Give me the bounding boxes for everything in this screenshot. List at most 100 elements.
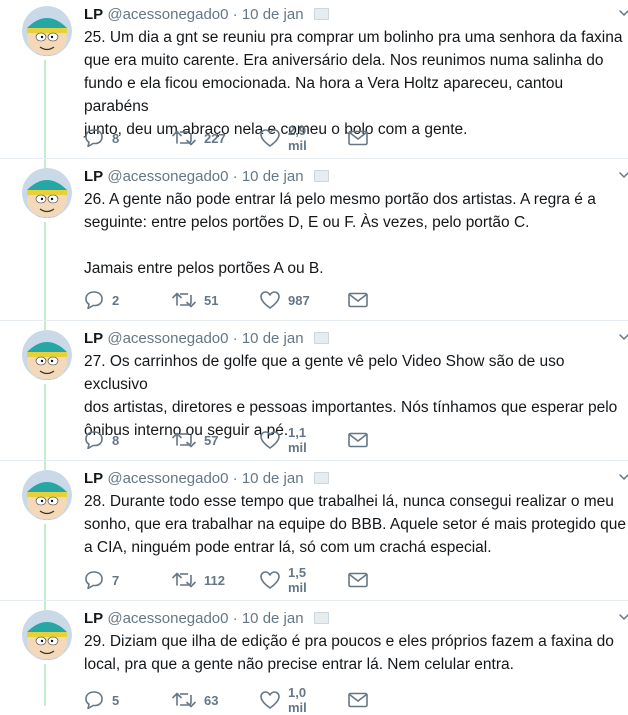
thread-line	[44, 60, 46, 168]
display-name[interactable]: LP	[84, 330, 103, 347]
separator-dot: ·	[232, 610, 238, 627]
like-count: 2,9 mil	[288, 123, 307, 153]
thread-line	[44, 384, 46, 470]
avatar[interactable]	[22, 610, 72, 660]
retweet-icon	[172, 691, 196, 709]
tweet-text: 27. Os carrinhos de golfe que a gente vê…	[84, 353, 618, 439]
display-name[interactable]: LP	[84, 610, 103, 627]
tweet-text: 26. A gente não pode entrar lá pelo mesm…	[84, 191, 596, 277]
verified-placeholder-icon	[313, 8, 329, 20]
retweet-count: 57	[204, 432, 219, 448]
dm-icon	[348, 572, 368, 588]
tweet-date[interactable]: 10 de jan	[242, 330, 304, 347]
like-icon	[260, 291, 280, 309]
tweet-header: LP @acessonegado0 · 10 de jan	[84, 608, 628, 630]
thread-line	[44, 524, 46, 610]
tweet-text: 28. Durante todo esse tempo que trabalhe…	[84, 493, 627, 556]
username[interactable]: @acessonegado0	[107, 610, 228, 627]
dm-icon	[348, 130, 368, 146]
tweet-divider	[0, 600, 628, 601]
reply-button[interactable]: 8	[84, 128, 119, 148]
tweet-header: LP @acessonegado0 · 10 de jan	[84, 328, 628, 350]
like-button[interactable]: 1,1 mil	[260, 425, 307, 455]
avatar[interactable]	[22, 470, 72, 520]
avatar[interactable]	[22, 6, 72, 56]
username[interactable]: @acessonegado0	[107, 168, 228, 185]
reply-icon	[84, 571, 104, 589]
verified-placeholder-icon	[313, 472, 329, 484]
reply-button[interactable]: 2	[84, 290, 119, 310]
tweet-date[interactable]: 10 de jan	[242, 6, 304, 23]
reply-icon	[84, 129, 104, 147]
chevron-down-icon[interactable]	[618, 4, 628, 17]
tweet-header: LP @acessonegado0 · 10 de jan	[84, 166, 628, 188]
retweet-icon	[172, 291, 196, 309]
username[interactable]: @acessonegado0	[107, 470, 228, 487]
separator-dot: ·	[232, 6, 238, 23]
like-icon	[260, 129, 280, 147]
tweet-header: LP @acessonegado0 · 10 de jan	[84, 468, 628, 490]
tweet-date[interactable]: 10 de jan	[242, 168, 304, 185]
like-button[interactable]: 987	[260, 290, 310, 310]
separator-dot: ·	[232, 470, 238, 487]
dm-button[interactable]	[348, 570, 368, 590]
tweet-divider	[0, 460, 628, 461]
username[interactable]: @acessonegado0	[107, 6, 228, 23]
retweet-button[interactable]: 57	[172, 430, 218, 450]
avatar[interactable]	[22, 168, 72, 218]
like-icon	[260, 431, 280, 449]
reply-icon	[84, 431, 104, 449]
retweet-button[interactable]: 227	[172, 128, 226, 148]
like-button[interactable]: 2,9 mil	[260, 123, 307, 153]
chevron-down-icon[interactable]	[618, 328, 628, 341]
display-name[interactable]: LP	[84, 470, 103, 487]
reply-count: 7	[112, 572, 120, 588]
retweet-count: 63	[204, 692, 219, 708]
reply-button[interactable]: 7	[84, 570, 119, 590]
retweet-count: 112	[204, 572, 225, 588]
dm-button[interactable]	[348, 128, 368, 148]
like-button[interactable]: 1,5 mil	[260, 565, 307, 595]
chevron-down-icon[interactable]	[618, 166, 628, 179]
like-count: 1,1 mil	[288, 425, 307, 455]
separator-dot: ·	[232, 168, 238, 185]
like-count: 1,0 mil	[288, 685, 307, 715]
retweet-button[interactable]: 51	[172, 290, 218, 310]
like-icon	[260, 571, 280, 589]
like-count: 987	[288, 292, 310, 308]
like-count: 1,5 mil	[288, 565, 307, 595]
tweet-thread: LP @acessonegado0 · 10 de jan 25. Um dia…	[0, 0, 628, 715]
thread-line	[44, 664, 46, 706]
retweet-button[interactable]: 63	[172, 690, 218, 710]
display-name[interactable]: LP	[84, 6, 103, 23]
verified-placeholder-icon	[313, 612, 329, 624]
chevron-down-icon[interactable]	[618, 468, 628, 481]
thread-line	[44, 222, 46, 330]
tweet-text: 25. Um dia a gnt se reuniu pra comprar u…	[84, 29, 623, 138]
tweet-divider	[0, 320, 628, 321]
retweet-icon	[172, 129, 196, 147]
display-name[interactable]: LP	[84, 168, 103, 185]
reply-count: 8	[112, 130, 120, 146]
like-icon	[260, 691, 280, 709]
username[interactable]: @acessonegado0	[107, 330, 228, 347]
dm-button[interactable]	[348, 290, 368, 310]
dm-button[interactable]	[348, 430, 368, 450]
reply-button[interactable]: 5	[84, 690, 119, 710]
dm-button[interactable]	[348, 690, 368, 710]
tweet-header: LP @acessonegado0 · 10 de jan	[84, 4, 628, 26]
tweet-date[interactable]: 10 de jan	[242, 470, 304, 487]
like-button[interactable]: 1,0 mil	[260, 685, 307, 715]
tweet-text: 29. Diziam que ilha de edição é pra pouc…	[84, 633, 614, 673]
verified-placeholder-icon	[313, 170, 329, 182]
reply-count: 5	[112, 692, 120, 708]
avatar[interactable]	[22, 330, 72, 380]
reply-button[interactable]: 8	[84, 430, 119, 450]
tweet-date[interactable]: 10 de jan	[242, 610, 304, 627]
reply-count: 8	[112, 432, 120, 448]
retweet-button[interactable]: 112	[172, 570, 225, 590]
verified-placeholder-icon	[313, 332, 329, 344]
tweet-divider	[0, 158, 628, 159]
chevron-down-icon[interactable]	[618, 608, 628, 621]
dm-icon	[348, 432, 368, 448]
